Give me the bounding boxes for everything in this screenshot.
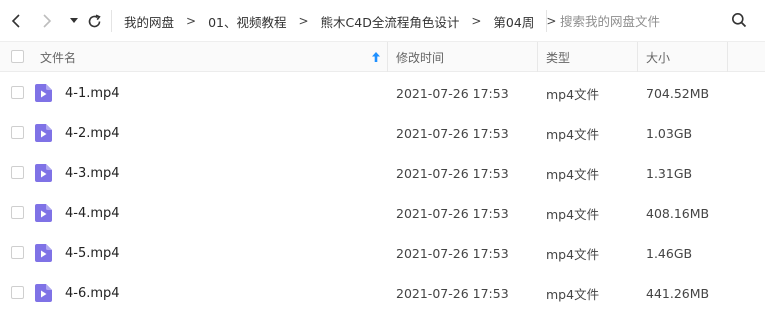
breadcrumb-separator: > (471, 14, 482, 28)
table-row[interactable]: 4-1.mp4 2021-07-26 17:53 mp4文件 704.52MB (0, 73, 765, 113)
search-button[interactable] (731, 12, 749, 30)
table-row[interactable]: 4-3.mp4 2021-07-26 17:53 mp4文件 1.31GB (0, 153, 765, 193)
row-checkbox[interactable] (11, 126, 24, 139)
file-type: mp4文件 (546, 126, 600, 142)
column-divider[interactable] (637, 42, 638, 72)
column-header-type[interactable]: 类型 (546, 42, 636, 72)
column-header-modified-label: 修改时间 (396, 50, 445, 65)
column-divider[interactable] (727, 42, 728, 72)
file-size: 408.16MB (646, 205, 710, 221)
history-dropdown-button[interactable] (64, 11, 84, 31)
chevron-left-icon (11, 14, 20, 28)
breadcrumb: 我的网盘 > 01、视频教程 > 熊木C4D全流程角色设计 > 第04周 > (124, 0, 568, 42)
column-divider[interactable] (387, 42, 388, 72)
file-type: mp4文件 (546, 286, 600, 302)
file-type: mp4文件 (546, 246, 600, 262)
row-checkbox[interactable] (11, 206, 24, 219)
file-type: mp4文件 (546, 206, 600, 222)
caret-down-icon (70, 18, 78, 23)
video-file-icon (35, 84, 52, 102)
file-name[interactable]: 4-3.mp4 (65, 153, 120, 193)
row-checkbox[interactable] (11, 86, 24, 99)
file-size: 704.52MB (646, 85, 710, 101)
file-size: 1.46GB (646, 245, 693, 261)
refresh-icon (88, 13, 101, 27)
video-file-icon (35, 124, 52, 142)
row-checkbox[interactable] (11, 246, 24, 259)
breadcrumb-separator: > (298, 14, 309, 28)
toolbar-divider (111, 10, 112, 32)
file-modified: 2021-07-26 17:53 (396, 245, 509, 261)
file-modified: 2021-07-26 17:53 (396, 85, 509, 101)
breadcrumb-item-root[interactable]: 我的网盘 (124, 12, 174, 31)
select-all-checkbox[interactable] (11, 50, 24, 63)
column-header-modified[interactable]: 修改时间 (396, 42, 536, 72)
column-header-size-label: 大小 (646, 50, 671, 65)
file-name[interactable]: 4-4.mp4 (65, 193, 120, 233)
file-name[interactable]: 4-2.mp4 (65, 113, 120, 153)
file-name[interactable]: 4-5.mp4 (65, 233, 120, 273)
search-divider (546, 10, 547, 32)
arrow-up-icon[interactable] (371, 51, 381, 63)
file-type: mp4文件 (546, 86, 600, 102)
file-modified: 2021-07-26 17:53 (396, 285, 509, 301)
breadcrumb-separator: > (186, 14, 197, 28)
column-divider[interactable] (537, 42, 538, 72)
column-header-size[interactable]: 大小 (646, 42, 726, 72)
file-modified: 2021-07-26 17:53 (396, 205, 509, 221)
table-row[interactable]: 4-4.mp4 2021-07-26 17:53 mp4文件 408.16MB (0, 193, 765, 233)
search-input[interactable] (560, 12, 730, 30)
back-button[interactable] (6, 11, 26, 31)
file-size: 1.31GB (646, 165, 693, 181)
file-size: 1.03GB (646, 125, 693, 141)
breadcrumb-item-current[interactable]: 第04周 (493, 12, 534, 31)
chevron-right-icon (43, 14, 52, 28)
toolbar: 我的网盘 > 01、视频教程 > 熊木C4D全流程角色设计 > 第04周 > (0, 0, 765, 42)
table-row[interactable]: 4-2.mp4 2021-07-26 17:53 mp4文件 1.03GB (0, 113, 765, 153)
search-box (552, 0, 765, 42)
video-file-icon (35, 284, 52, 302)
file-name[interactable]: 4-6.mp4 (65, 273, 120, 313)
video-file-icon (35, 244, 52, 262)
row-checkbox[interactable] (11, 166, 24, 179)
row-checkbox[interactable] (11, 286, 24, 299)
video-file-icon (35, 204, 52, 222)
file-list-header: 文件名 修改时间 类型 大小 (0, 42, 765, 72)
video-file-icon (35, 164, 52, 182)
column-header-type-label: 类型 (546, 50, 571, 65)
column-header-name[interactable]: 文件名 (40, 42, 380, 72)
file-modified: 2021-07-26 17:53 (396, 125, 509, 141)
file-modified: 2021-07-26 17:53 (396, 165, 509, 181)
file-size: 441.26MB (646, 285, 710, 301)
file-type: mp4文件 (546, 166, 600, 182)
breadcrumb-item-course[interactable]: 熊木C4D全流程角色设计 (321, 12, 460, 31)
search-icon (732, 13, 747, 28)
file-name[interactable]: 4-1.mp4 (65, 73, 120, 113)
refresh-button[interactable] (84, 11, 104, 31)
table-row[interactable]: 4-5.mp4 2021-07-26 17:53 mp4文件 1.46GB (0, 233, 765, 273)
column-header-name-label: 文件名 (40, 50, 77, 65)
forward-button[interactable] (37, 11, 57, 31)
breadcrumb-item-videos[interactable]: 01、视频教程 (208, 12, 286, 31)
table-row[interactable]: 4-6.mp4 2021-07-26 17:53 mp4文件 441.26MB (0, 273, 765, 313)
